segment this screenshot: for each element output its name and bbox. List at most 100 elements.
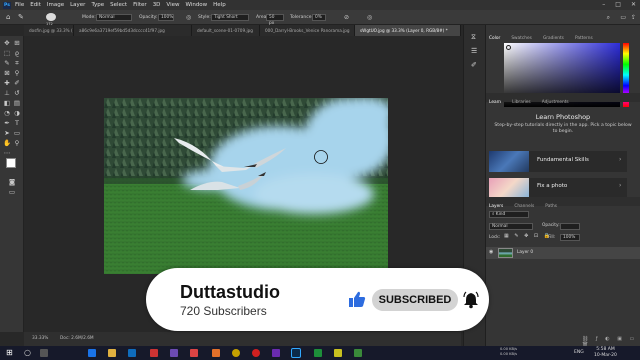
history-brush-tool-icon[interactable]: ↺ (13, 89, 21, 97)
zoom-level[interactable]: 33.33% (32, 332, 48, 346)
eyedropper-tool-icon[interactable]: ⚲ (13, 69, 21, 77)
photoshop-taskbar-icon[interactable] (291, 348, 301, 358)
area-field[interactable]: 50 px (266, 14, 284, 26)
eye-icon[interactable]: ◉ (489, 249, 493, 255)
minimize-icon[interactable]: – (602, 0, 605, 10)
maximize-icon[interactable]: □ (615, 0, 621, 10)
app-icon-5[interactable] (334, 349, 342, 357)
eraser-tool-icon[interactable]: ◧ (3, 99, 11, 107)
fill-field[interactable]: 100% (560, 234, 580, 241)
tab-libraries[interactable]: Libraries (509, 98, 534, 107)
thumbs-up-icon[interactable] (348, 290, 366, 308)
app-icon-6[interactable] (354, 349, 362, 357)
menu-view[interactable]: View (166, 0, 179, 10)
gradient-tool-icon[interactable]: ▤ (13, 99, 21, 107)
tab-default-scene[interactable]: default_scene-01-0709.jpg (192, 25, 260, 36)
history-panel-icon[interactable]: ⧖ (471, 33, 476, 42)
tab-channels[interactable]: Channels (511, 202, 537, 211)
subscribed-button[interactable]: SUBSCRIBED (372, 289, 458, 311)
menu-file[interactable]: File (15, 0, 24, 10)
opera-icon[interactable] (252, 349, 260, 357)
tab-patterns[interactable]: Patterns (572, 34, 596, 43)
tab-dosfin[interactable]: dosfin.jpg @ 33.3% (... (24, 25, 74, 36)
menu-select[interactable]: Select (110, 0, 127, 10)
layer-kind-filter[interactable]: ⌕ Kind (489, 211, 529, 218)
tutorial-fundamental-skills[interactable]: Fundamental Skills › (489, 151, 627, 172)
hand-tool-icon[interactable]: ✋ (3, 139, 11, 147)
home-icon[interactable]: ⌂ (6, 10, 10, 25)
pressure-size-icon[interactable]: ◎ (367, 10, 372, 25)
store-icon[interactable] (128, 349, 136, 357)
tolerance-field[interactable]: 0% (312, 14, 326, 21)
shape-tool-icon[interactable]: ▭ (13, 129, 21, 137)
type-tool-icon[interactable]: T (13, 119, 21, 127)
app-icon-1[interactable] (150, 349, 158, 357)
edge-icon[interactable] (88, 349, 96, 357)
menu-window[interactable]: Window (185, 0, 207, 10)
layer-opacity-field[interactable] (560, 223, 580, 230)
style-select[interactable]: Tight Short (211, 14, 249, 21)
tab-gradients[interactable]: Gradients (540, 34, 567, 43)
clock[interactable]: 5:58 AM 10-Mar-20 (594, 347, 617, 359)
pen-tool-icon[interactable]: ✒ (3, 119, 11, 127)
zoom-tool-icon[interactable]: ⚲ (13, 139, 21, 147)
menu-edit[interactable]: Edit (30, 0, 41, 10)
opacity-field[interactable]: 100% (158, 14, 174, 21)
tab-swatches[interactable]: Swatches (508, 34, 535, 43)
healing-tool-icon[interactable]: ✚ (3, 79, 11, 87)
app-icon-3[interactable] (190, 349, 198, 357)
quick-mask-icon[interactable]: ◙ (8, 178, 16, 186)
tab-swgtuo-active[interactable]: sWgtUO.jpg @ 33.3% (Layer 0, RGB/8#) * (355, 25, 461, 36)
blend-mode-select[interactable]: Normal (489, 223, 533, 230)
tab-layers[interactable]: Layers (486, 202, 506, 211)
screen-mode-icon[interactable]: ▭ (8, 188, 16, 196)
dodge-tool-icon[interactable]: ◑ (13, 109, 21, 117)
chrome-icon[interactable] (232, 349, 240, 357)
frame-tool-icon[interactable]: ⊠ (3, 69, 11, 77)
brush-panel-icon[interactable]: ✐ (471, 61, 477, 69)
windows-start-icon[interactable]: ⊞ (6, 348, 13, 357)
menu-image[interactable]: Image (47, 0, 64, 10)
menu-3d[interactable]: 3D (153, 0, 161, 10)
marquee-tool-icon[interactable]: ⬚ (3, 49, 11, 57)
mode-select[interactable]: Normal (96, 14, 132, 21)
lock-icons[interactable]: ▦ ✎ ✥ ⊡ 🔒 (504, 233, 552, 239)
blur-tool-icon[interactable]: ◔ (3, 109, 11, 117)
workspace-icon[interactable]: ▭ (620, 10, 626, 25)
close-icon[interactable]: ✕ (631, 0, 636, 10)
share-icon[interactable]: ⇪ (631, 10, 636, 25)
menu-layer[interactable]: Layer (70, 0, 85, 10)
app-icon-4[interactable] (272, 349, 280, 357)
file-explorer-icon[interactable] (108, 349, 116, 357)
foreground-color-swatch[interactable] (6, 158, 16, 168)
history-brush-icon[interactable]: ✎ (18, 10, 24, 25)
app-icon-2[interactable] (170, 349, 178, 357)
menu-help[interactable]: Help (213, 0, 226, 10)
tab-learn[interactable]: Learn (486, 98, 504, 107)
excel-icon[interactable] (314, 349, 322, 357)
tab-venice-panorama[interactable]: 000_Darryl-Brooks_Venice Panorama.jpg (260, 25, 355, 36)
tab-paths[interactable]: Paths (542, 202, 560, 211)
crop-tool-icon[interactable]: ⌗ (13, 59, 21, 67)
layer-row[interactable]: ◉ Layer 0 (486, 247, 640, 259)
tab-adjustments[interactable]: Adjustments (539, 98, 572, 107)
task-view-icon[interactable] (40, 349, 48, 357)
quick-select-tool-icon[interactable]: ✎ (3, 59, 11, 67)
document-canvas[interactable] (104, 98, 388, 274)
notification-bell-icon[interactable] (462, 291, 480, 309)
task-search-icon[interactable]: ○ (24, 348, 31, 357)
pressure-opacity-icon[interactable]: ◎ (186, 10, 191, 25)
menu-type[interactable]: Type (91, 0, 104, 10)
language-indicator[interactable]: ENG (574, 346, 584, 360)
tab-a86c9e[interactable]: a86c9e6a3719ef59bd5d3dcccc41f97.jpg (74, 25, 192, 36)
firefox-icon[interactable] (212, 349, 220, 357)
lasso-tool-icon[interactable]: ϱ (13, 49, 21, 57)
stamp-tool-icon[interactable]: ⊥ (3, 89, 11, 97)
path-select-tool-icon[interactable]: ➤ (3, 129, 11, 137)
color-picker-handle[interactable] (506, 45, 511, 50)
move-tool-icon[interactable]: ✥ (3, 39, 11, 47)
properties-panel-icon[interactable]: ☰ (471, 47, 477, 55)
more-tools-icon[interactable]: ⋯ (3, 149, 11, 157)
artboard-tool-icon[interactable]: ⊞ (13, 39, 21, 47)
search-icon[interactable]: ⌕ (607, 10, 610, 25)
